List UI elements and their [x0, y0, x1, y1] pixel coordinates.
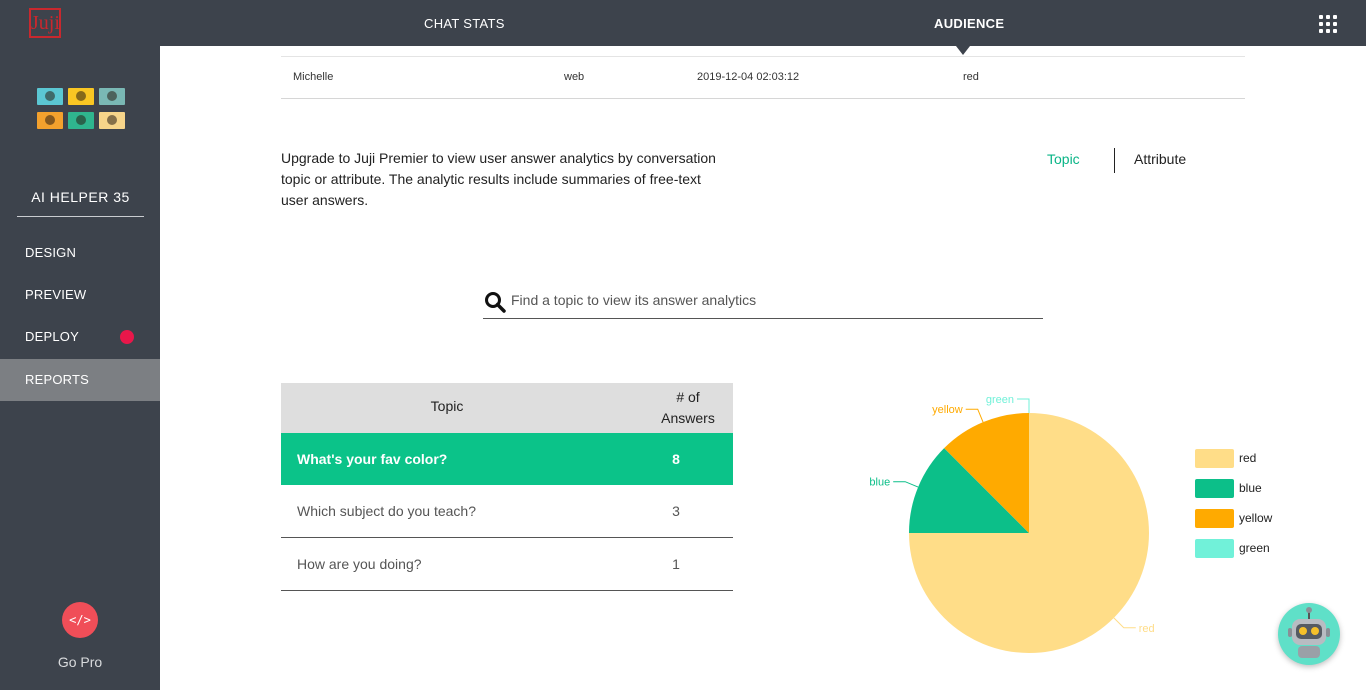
sidebar-item-label: DEPLOY	[25, 329, 79, 344]
legend-label: red	[1239, 451, 1257, 465]
team-avatars	[37, 88, 125, 129]
toggle-attribute[interactable]: Attribute	[1134, 151, 1186, 167]
sidebar-item-design[interactable]: DESIGN	[0, 232, 160, 274]
answer-pie-chart: red blue yellow green	[869, 394, 1155, 653]
table-row[interactable]: What's your fav color? 8	[281, 433, 733, 485]
pie-label-line-red	[1113, 617, 1136, 629]
table-header: Topic # of Answers	[281, 383, 733, 433]
upgrade-message: Upgrade to Juji Premier to view user ans…	[281, 150, 716, 208]
column-header-answers: # of Answers	[643, 387, 733, 429]
pie-label-red: red	[1139, 623, 1155, 635]
pie-label-line-blue	[893, 481, 919, 488]
answer-count: 3	[672, 503, 680, 519]
column-header-answers-line1: # of	[676, 389, 700, 405]
avatar	[37, 112, 63, 129]
pie-label-line-green	[1017, 398, 1030, 413]
sidebar-item-reports[interactable]: REPORTS	[0, 359, 160, 401]
toggle-topic[interactable]: Topic	[1047, 151, 1080, 167]
user-channel: web	[564, 71, 585, 83]
topic-search	[483, 284, 1043, 319]
user-answer: red	[963, 71, 979, 83]
legend-label: green	[1239, 541, 1270, 555]
topic-name: How are you doing?	[297, 556, 422, 572]
avatar	[99, 88, 125, 105]
column-header-answers-line2: Answers	[661, 410, 715, 426]
table-row[interactable]: How are you doing? 1	[281, 538, 733, 591]
answer-count: 8	[672, 451, 680, 467]
sidebar-item-preview[interactable]: PREVIEW	[0, 274, 160, 316]
tab-chat-stats[interactable]: CHAT STATS	[424, 0, 505, 46]
topic-name: What's your fav color?	[297, 451, 448, 467]
pie-label-yellow: yellow	[932, 404, 963, 416]
app-name: AI HELPER 35	[17, 189, 144, 217]
legend-swatch	[1195, 509, 1234, 528]
legend-label: blue	[1239, 481, 1262, 495]
legend-swatch	[1195, 479, 1234, 498]
table-row[interactable]: Which subject do you teach? 3	[281, 485, 733, 538]
user-name: Michelle	[293, 71, 334, 83]
topics-table: Topic # of Answers What's your fav color…	[281, 383, 733, 591]
juji-logo[interactable]: Juji	[29, 8, 61, 38]
search-icon	[485, 292, 506, 313]
avatar	[37, 88, 63, 105]
go-pro-label[interactable]: Go Pro	[0, 654, 160, 670]
toggle-divider	[1114, 148, 1115, 173]
active-tab-caret-icon	[956, 46, 970, 55]
legend-swatch	[1195, 449, 1234, 468]
robot-icon	[1288, 607, 1330, 658]
pie-label-blue: blue	[869, 477, 890, 489]
table-row: Michelle web 2019-12-04 02:03:12 red	[281, 56, 1245, 99]
answer-count: 1	[672, 556, 680, 572]
legend-swatch	[1195, 539, 1234, 558]
chatbot-launcher-button[interactable]	[1278, 603, 1340, 665]
pie-label-green: green	[986, 394, 1014, 406]
legend-label: yellow	[1239, 511, 1273, 525]
top-bar: Juji CHAT STATS AUDIENCE	[0, 0, 1366, 46]
avatar	[68, 112, 94, 129]
alert-dot-icon	[120, 330, 134, 344]
topic-name: Which subject do you teach?	[297, 503, 476, 519]
sidebar: AI HELPER 35 DESIGN PREVIEW DEPLOY REPOR…	[0, 46, 160, 690]
avatar	[99, 112, 125, 129]
tab-audience[interactable]: AUDIENCE	[934, 0, 1004, 46]
pie-label-line-yellow	[965, 408, 984, 423]
avatar	[68, 88, 94, 105]
user-timestamp: 2019-12-04 02:03:12	[697, 71, 800, 83]
search-input[interactable]	[511, 288, 1031, 312]
sidebar-item-deploy[interactable]: DEPLOY	[0, 316, 160, 358]
go-pro-button[interactable]: </>	[62, 602, 98, 638]
grid-icon[interactable]	[1319, 15, 1337, 33]
column-header-topic: Topic	[430, 398, 464, 414]
